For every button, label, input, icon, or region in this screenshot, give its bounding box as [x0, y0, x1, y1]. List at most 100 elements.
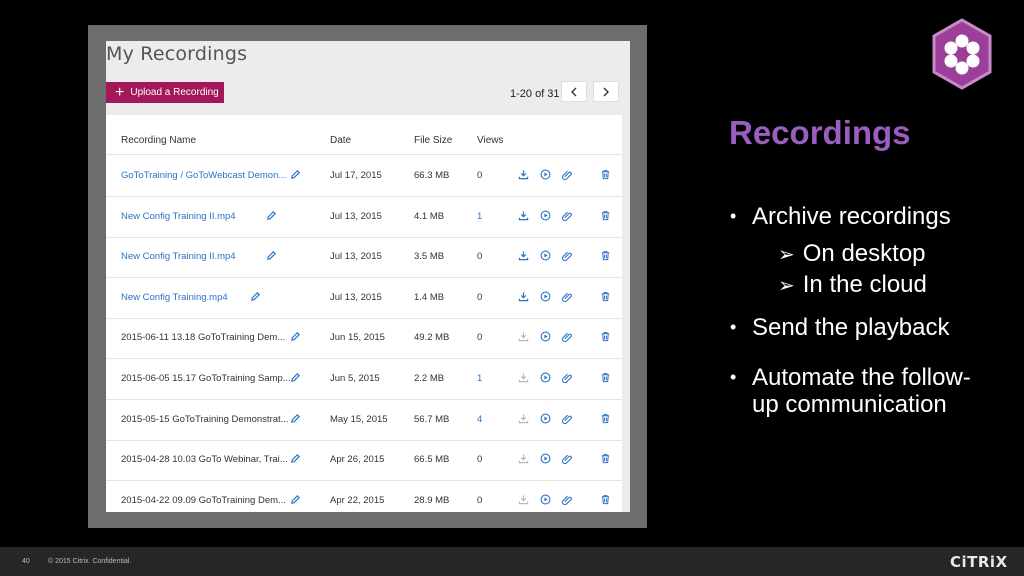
edit-pencil-icon[interactable]: [290, 331, 301, 342]
download-icon[interactable]: [518, 453, 529, 464]
recording-name[interactable]: New Config Training.mp4: [121, 292, 228, 303]
delete-trash-icon[interactable]: [600, 453, 611, 464]
slide-footer: 40 © 2015 Citrix. Confidential. CiTRiX: [0, 547, 1024, 576]
edit-pencil-icon[interactable]: [266, 210, 277, 221]
recording-date: Apr 26, 2015: [330, 454, 385, 466]
arrow-bullet-icon: ➢: [778, 244, 795, 266]
play-icon[interactable]: [540, 169, 551, 180]
play-icon[interactable]: [540, 291, 551, 302]
play-icon[interactable]: [540, 372, 551, 383]
gototraining-logo-icon: [932, 18, 992, 90]
play-icon[interactable]: [540, 331, 551, 342]
recording-date: Jul 13, 2015: [330, 251, 382, 263]
screenshot-frame: My Recordings + Upload a Recording 1-20 …: [88, 25, 647, 528]
recording-views: 0: [477, 454, 483, 466]
table-row[interactable]: New Config Training.mp4 Jul 13, 2015 1.4 M…: [106, 278, 622, 319]
play-icon[interactable]: [540, 453, 551, 464]
delete-trash-icon[interactable]: [600, 250, 611, 261]
edit-pencil-icon[interactable]: [250, 291, 261, 302]
column-header-date[interactable]: Date: [330, 135, 351, 146]
recording-name[interactable]: New Config Training II.mp4: [121, 251, 236, 262]
play-icon[interactable]: [540, 494, 551, 505]
table-row[interactable]: GoToTraining / GoToWebcast Demon... Jul 1…: [106, 156, 622, 197]
recording-size: 49.2 MB: [414, 332, 450, 344]
recording-views: 0: [477, 291, 483, 303]
arrow-bullet-icon: ➢: [778, 275, 795, 297]
download-icon[interactable]: [518, 372, 529, 383]
next-page-button[interactable]: [593, 81, 619, 102]
edit-pencil-icon[interactable]: [290, 372, 301, 383]
share-link-icon[interactable]: [562, 494, 573, 505]
slide-heading: Recordings: [729, 114, 911, 151]
recording-size: 56.7 MB: [414, 413, 450, 425]
table-row[interactable]: New Config Training II.mp4 Jul 13, 2015 3.…: [106, 237, 622, 279]
recording-date: May 15, 2015: [330, 413, 388, 425]
bullet-marker: •: [730, 317, 737, 337]
plus-icon: +: [115, 83, 125, 101]
upload-recording-label: Upload a Recording: [130, 87, 219, 98]
table-row[interactable]: 2015-05-15 GoToTraining Demonstrat... May…: [106, 400, 622, 441]
share-link-icon[interactable]: [562, 291, 573, 302]
recording-views: 0: [477, 170, 483, 181]
bullet-text: Send the playback: [752, 314, 950, 341]
column-header-name[interactable]: Recording Name: [121, 135, 196, 146]
recordings-table: Recording Name Date File Size Views GoTo…: [106, 115, 622, 512]
download-icon[interactable]: [518, 291, 529, 302]
delete-trash-icon[interactable]: [600, 210, 611, 221]
bullet-marker: •: [730, 367, 737, 387]
share-link-icon[interactable]: [562, 250, 573, 262]
upload-recording-button[interactable]: + Upload a Recording: [106, 82, 224, 103]
delete-trash-icon[interactable]: [600, 291, 611, 302]
download-icon[interactable]: [518, 494, 529, 505]
recording-date: Jul 13, 2015: [330, 291, 382, 303]
table-row[interactable]: 2015-04-28 10.03 GoTo Webinar, Trai... Ap…: [106, 440, 622, 482]
column-header-size[interactable]: File Size: [414, 135, 452, 146]
download-icon[interactable]: [518, 210, 529, 221]
delete-trash-icon[interactable]: [600, 169, 611, 180]
pagination-text: 1-20 of 31: [510, 88, 560, 100]
recording-name: 2015-05-15 GoToTraining Demonstrat...: [121, 413, 289, 425]
edit-pencil-icon[interactable]: [290, 494, 301, 505]
share-link-icon[interactable]: [562, 372, 573, 383]
delete-trash-icon[interactable]: [600, 413, 611, 424]
table-row[interactable]: 2015-06-11 13.18 GoToTraining Dem... Jun …: [106, 318, 622, 360]
delete-trash-icon[interactable]: [600, 331, 611, 342]
table-row[interactable]: 2015-06-05 15.17 GoToTraining Samp... Jun…: [106, 359, 622, 400]
recording-date: Jul 13, 2015: [330, 210, 382, 222]
edit-pencil-icon[interactable]: [290, 413, 301, 424]
table-row[interactable]: New Config Training II.mp4 Jul 13, 2015 4.…: [106, 197, 622, 238]
share-link-icon[interactable]: [562, 210, 573, 221]
play-icon[interactable]: [540, 250, 551, 261]
delete-trash-icon[interactable]: [600, 372, 611, 383]
download-icon[interactable]: [518, 331, 529, 342]
recording-views[interactable]: 1: [477, 211, 482, 222]
share-link-icon[interactable]: [562, 331, 573, 343]
recording-size: 2.2 MB: [414, 373, 445, 384]
share-link-icon[interactable]: [562, 413, 573, 424]
recording-views[interactable]: 4: [477, 414, 482, 425]
sub-bullet-text: On desktop: [802, 240, 926, 267]
download-icon[interactable]: [518, 250, 529, 261]
recording-size: 66.3 MB: [414, 170, 450, 181]
chevron-left-icon: [571, 87, 577, 96]
recording-size: 4.1 MB: [414, 210, 445, 222]
share-link-icon[interactable]: [562, 453, 573, 465]
prev-page-button[interactable]: [561, 81, 587, 102]
recording-views[interactable]: 1: [477, 373, 482, 384]
edit-pencil-icon[interactable]: [290, 169, 301, 180]
recording-name[interactable]: New Config Training II.mp4: [121, 211, 236, 222]
recording-name[interactable]: GoToTraining / GoToWebcast Demon...: [121, 170, 286, 181]
recording-date: Apr 22, 2015: [330, 494, 385, 506]
table-row[interactable]: 2015-04-22 09.09 GoToTraining Dem... Apr …: [106, 481, 622, 512]
bullet-automate-followup: • Automate the follow- up communication: [730, 364, 971, 418]
edit-pencil-icon[interactable]: [266, 250, 277, 261]
play-icon[interactable]: [540, 413, 551, 424]
column-header-views[interactable]: Views: [477, 135, 504, 146]
share-link-icon[interactable]: [562, 169, 573, 180]
chevron-right-icon: [603, 87, 609, 96]
download-icon[interactable]: [518, 169, 529, 180]
play-icon[interactable]: [540, 210, 551, 221]
download-icon[interactable]: [518, 413, 529, 424]
edit-pencil-icon[interactable]: [290, 453, 301, 464]
delete-trash-icon[interactable]: [600, 494, 611, 505]
